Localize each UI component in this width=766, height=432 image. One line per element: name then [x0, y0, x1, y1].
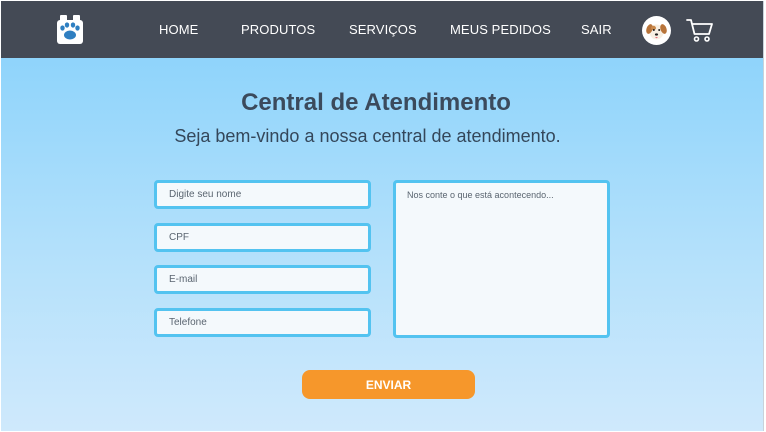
- message-textarea[interactable]: [393, 180, 610, 338]
- page-title: Central de Atendimento: [241, 89, 511, 116]
- cpf-input[interactable]: [154, 223, 371, 252]
- nav-link-meus-pedidos[interactable]: MEUS PEDIDOS: [450, 22, 551, 37]
- email-input[interactable]: [154, 265, 371, 294]
- avatar[interactable]: [642, 16, 671, 45]
- app-window: HOME PRODUTOS SERVIÇOS MEUS PEDIDOS SAIR…: [1, 1, 764, 431]
- support-section: Central de Atendimento Seja bem-vindo a …: [1, 58, 763, 431]
- nav-link-home[interactable]: HOME: [159, 22, 198, 37]
- paw-print-icon[interactable]: [56, 14, 84, 45]
- phone-input[interactable]: [154, 308, 371, 337]
- nav-link-produtos[interactable]: PRODUTOS: [241, 22, 315, 37]
- send-button[interactable]: ENVIAR: [302, 370, 475, 399]
- top-navbar: HOME PRODUTOS SERVIÇOS MEUS PEDIDOS SAIR: [1, 1, 763, 58]
- nav-link-sair[interactable]: SAIR: [581, 22, 612, 37]
- name-input[interactable]: [154, 180, 371, 209]
- dog-face-icon: [646, 24, 667, 40]
- nav-link-servicos[interactable]: SERVIÇOS: [349, 22, 417, 37]
- page-subtitle: Seja bem-vindo a nossa central de atendi…: [174, 126, 561, 146]
- shopping-cart-icon[interactable]: [686, 17, 714, 43]
